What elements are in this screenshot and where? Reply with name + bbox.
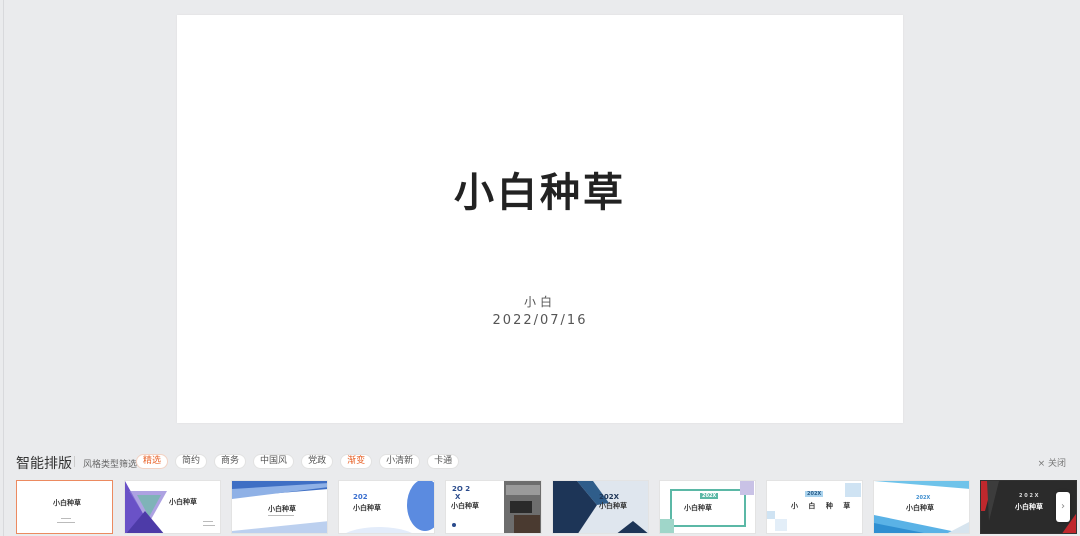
template-year: 202X: [916, 495, 931, 501]
template-line: [203, 525, 215, 526]
template-thumb[interactable]: 202X 小白种草: [659, 480, 756, 534]
template-line: [61, 518, 71, 519]
template-year: 2 0 2 X: [1019, 493, 1039, 499]
template-thumb[interactable]: 202X 小白种草: [552, 480, 649, 534]
template-thumb[interactable]: 小白种草: [231, 480, 328, 534]
chip-fresh[interactable]: 小清新: [379, 454, 421, 469]
chevron-right-icon[interactable]: ›: [1056, 492, 1070, 522]
template-title: 小 白 种 草: [791, 502, 855, 510]
template-title: 小白种草: [599, 502, 627, 510]
triangle-art: [125, 481, 167, 533]
slide-date[interactable]: 2022/07/16: [177, 313, 903, 328]
template-title: 小白种草: [451, 502, 479, 510]
slide-title[interactable]: 小白种草: [177, 160, 903, 218]
chip-gradient[interactable]: 渐变: [340, 454, 373, 469]
template-year: 202X: [805, 491, 824, 497]
template-year: 202X: [700, 493, 719, 499]
office-photo: [504, 481, 541, 533]
template-line: [268, 515, 294, 516]
template-title: 小白种草: [268, 505, 296, 513]
panel-title: 智能排版: [16, 456, 72, 472]
template-x: X: [455, 493, 461, 501]
chip-featured[interactable]: 精选: [136, 454, 169, 469]
slide-author[interactable]: 小白: [177, 293, 903, 310]
chip-business[interactable]: 商务: [214, 454, 247, 469]
chip-simple[interactable]: 简约: [175, 454, 208, 469]
divider: [74, 456, 75, 467]
chip-cartoon[interactable]: 卡通: [427, 454, 460, 469]
template-line: [203, 521, 213, 522]
template-year: 2O 2: [452, 485, 471, 493]
template-thumb[interactable]: 202X 小 白 种 草: [766, 480, 863, 534]
template-thumb[interactable]: 小白种草: [16, 480, 113, 534]
template-thumb[interactable]: 2O 2 X 小白种草: [445, 480, 542, 534]
template-line: [57, 522, 75, 523]
template-title: 小白种草: [684, 504, 712, 512]
template-thumb[interactable]: 小白种草: [124, 480, 221, 534]
chip-chinese-style[interactable]: 中国风: [253, 454, 295, 469]
template-title: 小白种草: [353, 504, 381, 512]
slide-canvas[interactable]: 小白种草 小白 2022/07/16: [177, 15, 903, 423]
filter-label: 风格类型筛选: [83, 460, 138, 470]
template-title: 小白种草: [906, 504, 934, 512]
close-button[interactable]: × 关闭: [1038, 456, 1066, 469]
smart-layout-toolbar: 智能排版 风格类型筛选 精选 简约 商务 中国风 党政 渐变 小清新 卡通 × …: [16, 452, 1066, 472]
template-title: 小白种草: [53, 499, 81, 507]
template-title: 小白种草: [169, 498, 197, 506]
style-filter-chips: 精选 简约 商务 中国风 党政 渐变 小清新 卡通: [136, 454, 460, 469]
template-title: 小白种草: [1015, 503, 1043, 511]
template-year: 202X: [599, 493, 620, 501]
template-year: 202: [353, 493, 368, 501]
chip-party-gov[interactable]: 党政: [301, 454, 334, 469]
template-thumb[interactable]: 202X 小白种草: [873, 480, 970, 534]
template-thumb[interactable]: 202 小白种草: [338, 480, 435, 534]
window-edge: [3, 0, 4, 536]
